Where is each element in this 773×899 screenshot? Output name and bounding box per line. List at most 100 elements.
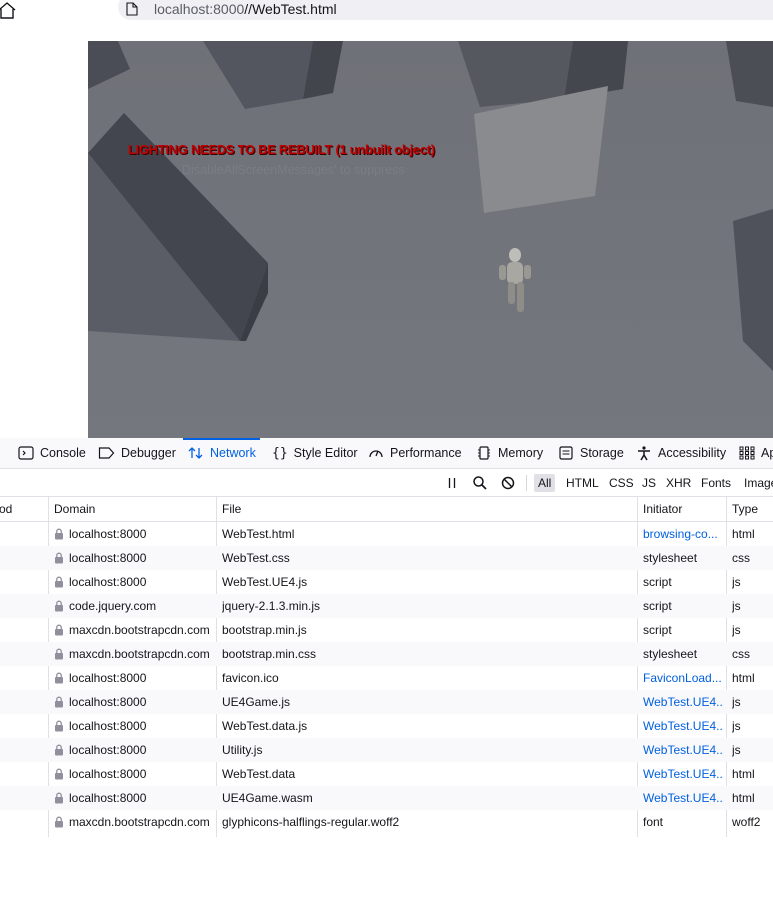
lock-icon [55, 528, 63, 540]
table-row[interactable]: localhost:8000 WebTest.html browsing-co...… [0, 522, 773, 546]
cell-file: glyphicons-halflings-regular.woff2 [222, 815, 400, 829]
cell-type: html [732, 671, 755, 685]
network-icon [188, 447, 203, 459]
tab-style-editor[interactable]: {} Style Editor [272, 438, 358, 468]
filter-images[interactable]: Image [740, 474, 773, 492]
home-icon[interactable] [0, 1, 17, 19]
table-row[interactable]: maxcdn.bootstrapcdn.com bootstrap.min.css… [0, 642, 773, 666]
filter-all[interactable]: All [534, 474, 556, 492]
lock-icon [55, 624, 63, 636]
cell-type: html [732, 527, 755, 541]
cell-type: js [732, 575, 741, 589]
table-row[interactable]: code.jquery.com jquery-2.1.3.min.js script… [0, 594, 773, 618]
cell-domain: localhost:8000 [69, 719, 147, 733]
cell-domain: maxcdn.bootstrapcdn.com [69, 623, 210, 637]
cell-file: bootstrap.min.js [222, 623, 307, 637]
devtools-panel: r Console Debugger Network {} Style Edit… [0, 438, 773, 899]
tab-network[interactable]: Network [183, 438, 260, 468]
cell-domain: localhost:8000 [69, 695, 147, 709]
filter-fonts[interactable]: Fonts [697, 474, 735, 492]
game-canvas[interactable]: LIGHTING NEEDS TO BE REBUILT (1 unbuilt … [88, 41, 773, 438]
column-file[interactable]: File [222, 497, 241, 521]
accessibility-icon [638, 445, 650, 460]
cell-file: WebTest.data.js [222, 719, 308, 733]
lock-icon [55, 744, 63, 756]
filter-css[interactable]: CSS [605, 474, 638, 492]
toolbar-separator [526, 475, 527, 491]
requests-table-header: od Domain File Initiator Type [0, 497, 773, 522]
tab-application[interactable]: Ap [739, 438, 773, 468]
table-row[interactable]: maxcdn.bootstrapcdn.com glyphicons-halfli… [0, 810, 773, 834]
cell-file: WebTest.css [222, 551, 290, 565]
application-icon [739, 446, 755, 460]
cell-file: jquery-2.1.3.min.js [222, 599, 321, 613]
table-row[interactable]: localhost:8000 WebTest.css stylesheet css [0, 546, 773, 570]
column-initiator[interactable]: Initiator [643, 497, 682, 521]
tab-console[interactable]: Console [18, 438, 86, 468]
search-icon[interactable] [472, 475, 488, 491]
table-row[interactable]: localhost:8000 WebTest.data.js WebTest.UE4… [0, 714, 773, 738]
table-row[interactable]: localhost:8000 UE4Game.wasm WebTest.UE4...… [0, 786, 773, 810]
cell-domain: localhost:8000 [69, 527, 147, 541]
cell-initiator[interactable]: WebTest.UE4... [643, 762, 723, 786]
column-type[interactable]: Type [732, 497, 758, 521]
tab-accessibility[interactable]: Accessibility [636, 438, 726, 468]
cell-initiator[interactable]: WebTest.UE4... [643, 690, 723, 714]
tab-performance[interactable]: Performance [368, 438, 462, 468]
cell-domain: localhost:8000 [69, 743, 147, 757]
cell-initiator[interactable]: WebTest.UE4... [643, 714, 723, 738]
table-row[interactable]: maxcdn.bootstrapcdn.com bootstrap.min.js s… [0, 618, 773, 642]
cell-type: html [732, 791, 755, 805]
network-toolbar: All HTML CSS JS XHR Fonts Image [0, 469, 773, 497]
cell-initiator[interactable]: browsing-co... [643, 522, 723, 546]
cell-file: WebTest.data [222, 767, 296, 781]
url-bar[interactable]: localhost:8000//WebTest.html [118, 0, 773, 20]
debugger-icon [98, 447, 115, 459]
cell-initiator: stylesheet [643, 647, 698, 661]
lock-icon [55, 672, 63, 684]
cell-domain: maxcdn.bootstrapcdn.com [69, 815, 210, 829]
lock-icon [55, 696, 63, 708]
cell-type: js [732, 695, 741, 709]
page-icon [126, 2, 138, 16]
column-method[interactable]: od [0, 497, 12, 521]
column-domain[interactable]: Domain [54, 497, 95, 521]
lock-icon [55, 720, 63, 732]
cell-initiator[interactable]: FaviconLoad... [643, 666, 723, 690]
storage-icon [559, 446, 573, 460]
cell-type: js [732, 743, 741, 757]
lock-icon [55, 792, 63, 804]
tab-debugger[interactable]: Debugger [98, 438, 176, 468]
url-text: localhost:8000//WebTest.html [154, 1, 337, 17]
suppress-hint: DisableAllScreenMessages' to suppress [182, 163, 405, 177]
lock-icon [55, 552, 63, 564]
cell-type: css [732, 647, 750, 661]
cell-file: WebTest.html [222, 527, 295, 541]
pause-icon[interactable] [444, 475, 460, 491]
cell-file: UE4Game.wasm [222, 791, 313, 805]
game-scene [88, 41, 773, 438]
table-row[interactable]: localhost:8000 UE4Game.js WebTest.UE4... js [0, 690, 773, 714]
requests-table-body: localhost:8000 WebTest.html browsing-co...… [0, 522, 773, 834]
cell-domain: maxcdn.bootstrapcdn.com [69, 647, 210, 661]
cell-initiator[interactable]: WebTest.UE4... [643, 786, 723, 810]
table-row[interactable]: localhost:8000 WebTest.UE4.js script js [0, 570, 773, 594]
cell-domain: localhost:8000 [69, 575, 147, 589]
cell-domain: localhost:8000 [69, 791, 147, 805]
table-row[interactable]: localhost:8000 WebTest.data WebTest.UE4...… [0, 762, 773, 786]
filter-html[interactable]: HTML [562, 474, 603, 492]
table-row[interactable]: localhost:8000 favicon.ico FaviconLoad... h… [0, 666, 773, 690]
cell-initiator: stylesheet [643, 551, 698, 565]
clear-icon[interactable] [500, 475, 516, 491]
cell-initiator: script [643, 575, 672, 589]
table-row[interactable]: localhost:8000 Utility.js WebTest.UE4... js [0, 738, 773, 762]
cell-type: html [732, 767, 755, 781]
browser-toolbar: localhost:8000//WebTest.html [0, 0, 773, 22]
cell-initiator[interactable]: WebTest.UE4... [643, 738, 723, 762]
cell-initiator: script [643, 623, 672, 637]
tab-storage[interactable]: Storage [558, 438, 624, 468]
cell-file: favicon.ico [222, 671, 279, 685]
tab-memory[interactable]: Memory [476, 438, 543, 468]
filter-xhr[interactable]: XHR [662, 474, 695, 492]
filter-js[interactable]: JS [638, 474, 660, 492]
